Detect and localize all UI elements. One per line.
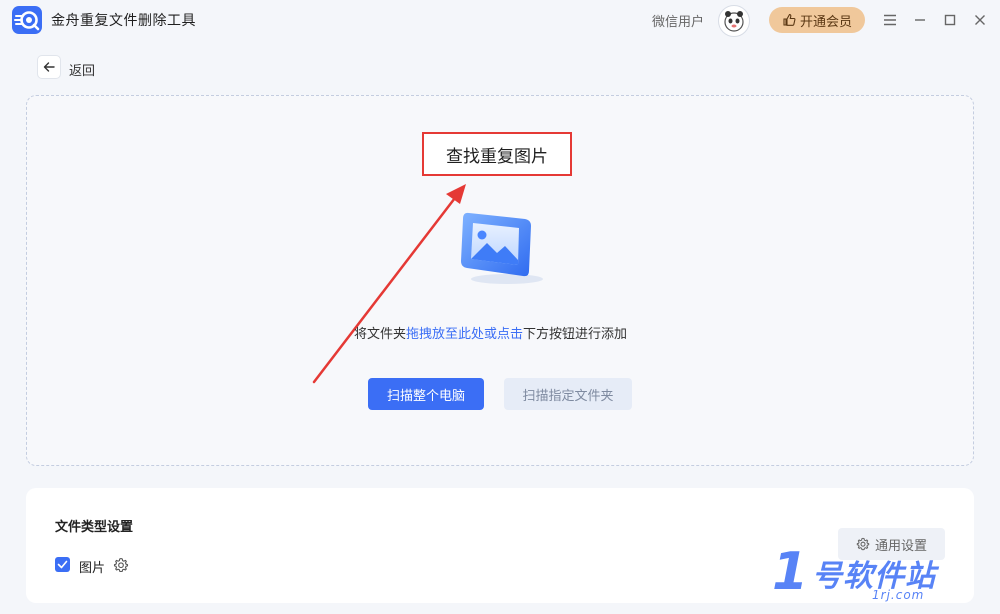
check-icon — [57, 560, 68, 569]
arrow-left-icon — [43, 62, 55, 72]
app-logo-icon — [12, 6, 42, 34]
minimize-icon[interactable] — [910, 10, 930, 30]
image-illustration-icon — [461, 212, 543, 284]
scan-folder-button[interactable]: 扫描指定文件夹 — [504, 378, 632, 410]
file-type-title: 文件类型设置 — [55, 520, 134, 535]
watermark-number: 1 — [772, 542, 809, 602]
hint-suffix: 下方按钮进行添加 — [523, 327, 628, 342]
vip-label: 开通会员 — [799, 14, 852, 30]
thumbs-up-icon — [783, 13, 796, 26]
maximize-icon[interactable] — [940, 10, 960, 30]
annotation-arrow — [312, 184, 466, 384]
image-type-checkbox[interactable] — [55, 557, 70, 572]
user-name[interactable]: 微信用户 — [652, 11, 704, 30]
back-label[interactable]: 返回 — [69, 60, 95, 79]
watermark-url: 1rj.com — [872, 588, 925, 602]
back-button[interactable] — [37, 55, 61, 79]
vip-button[interactable]: 开通会员 — [769, 7, 865, 33]
hint-prefix: 将文件夹 — [354, 327, 407, 342]
gear-icon[interactable] — [113, 557, 129, 573]
avatar[interactable] — [718, 5, 750, 37]
drop-hint: 将文件夹拖拽放至此处或点击下方按钮进行添加 — [354, 323, 627, 342]
close-icon[interactable] — [970, 10, 990, 30]
app-title: 金舟重复文件删除工具 — [51, 13, 196, 29]
menu-icon[interactable] — [880, 10, 900, 30]
settings-icon — [856, 537, 870, 551]
image-type-label: 图片 — [79, 561, 106, 576]
scan-all-button[interactable]: 扫描整个电脑 — [368, 378, 484, 410]
hint-link[interactable]: 拖拽放至此处或点击 — [406, 327, 523, 342]
